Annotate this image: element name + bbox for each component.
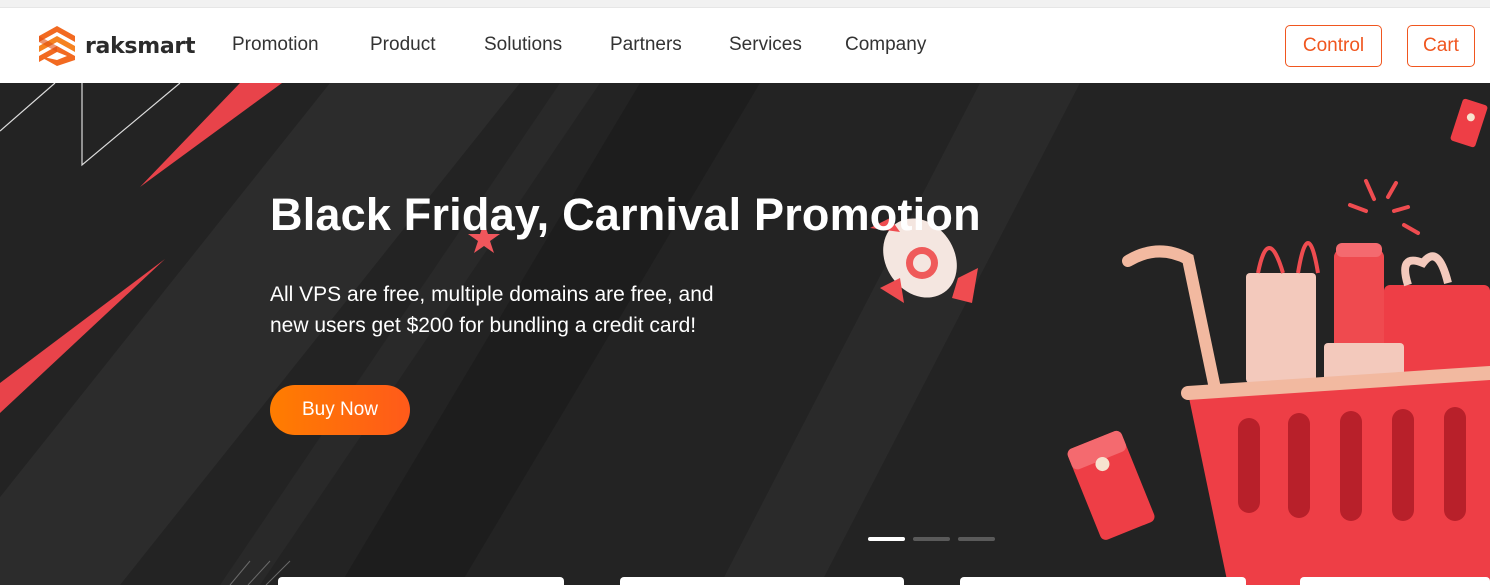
feature-card-2[interactable] [620,577,904,585]
nav-company[interactable]: Company [845,34,926,56]
feature-card-4[interactable] [1300,577,1490,585]
nav-promotion[interactable]: Promotion [232,34,319,56]
feature-card-1[interactable] [278,577,564,585]
top-navbar: raksmart Promotion Product Solutions Par… [0,8,1490,83]
carousel-dot-1[interactable] [868,537,905,541]
buy-now-button[interactable]: Buy Now [270,385,410,435]
carousel-dot-3[interactable] [958,537,995,541]
shopping-cart-illustration [1122,179,1490,585]
hero-subtitle-line-1: All VPS are free, multiple domains are f… [270,283,714,306]
hero-subtitle: All VPS are free, multiple domains are f… [270,279,830,341]
browser-top-strip [0,0,1490,8]
control-button[interactable]: Control [1285,25,1382,67]
cart-button[interactable]: Cart [1407,25,1475,67]
raksmart-logo-icon [39,26,75,66]
carousel-dot-2[interactable] [913,537,950,541]
brand-name: raksmart [85,33,196,59]
brand-logo[interactable]: raksmart [37,23,195,69]
nav-solutions[interactable]: Solutions [484,34,562,56]
nav-services[interactable]: Services [729,34,802,56]
small-envelope-illustration [1450,98,1488,148]
hero-subtitle-line-2: new users get $200 for bundling a credit… [270,314,697,337]
nav-product[interactable]: Product [370,34,435,56]
hero-banner: Black Friday, Carnival Promotion All VPS… [0,83,1490,585]
nav-partners[interactable]: Partners [610,34,682,56]
hero-title: Black Friday, Carnival Promotion [270,189,981,240]
feature-card-3[interactable] [960,577,1246,585]
